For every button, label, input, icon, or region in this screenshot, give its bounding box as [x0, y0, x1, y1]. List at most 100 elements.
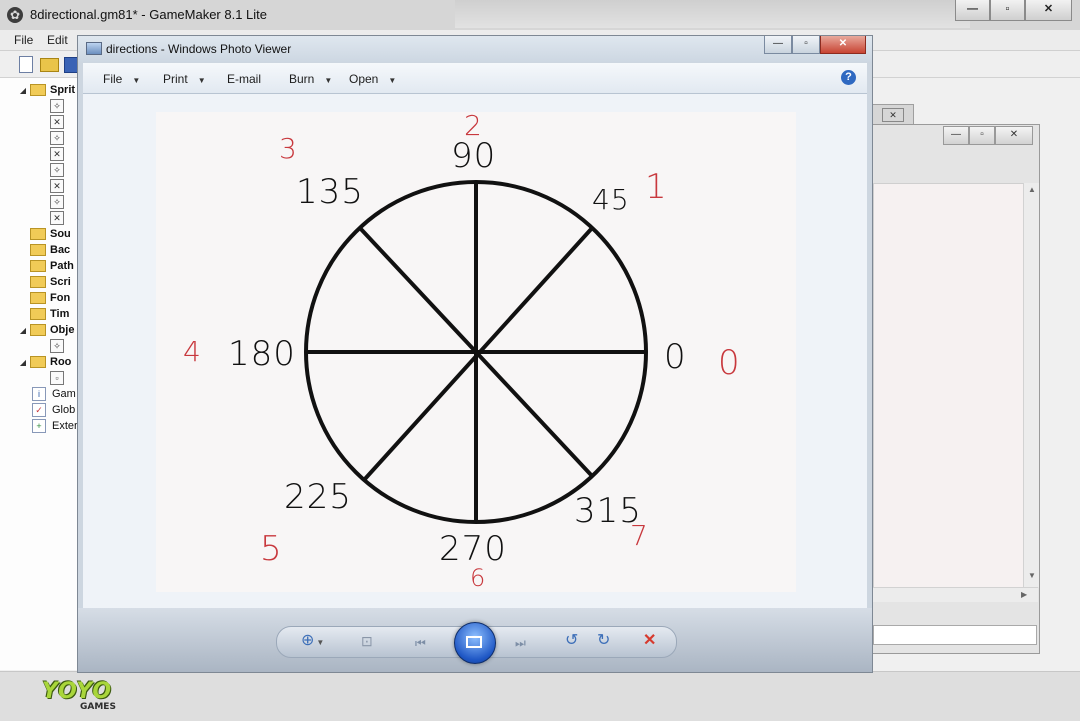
- angle-label-90: 90: [451, 136, 497, 176]
- dialog-window-controls: — ▫ ✕: [943, 126, 1033, 145]
- background-tab[interactable]: ✕: [872, 104, 914, 126]
- sprite-item[interactable]: ✧: [50, 131, 66, 145]
- sprite-icon: ✧: [50, 99, 64, 113]
- tree-group-label: Bac: [50, 244, 71, 256]
- sprite-icon: ✕: [50, 211, 64, 225]
- displayed-image: 90 45 0 315 270 225 180 135 2 1 0 7 6 5 …: [156, 112, 796, 592]
- collapse-icon[interactable]: ◢: [18, 326, 28, 335]
- room-item[interactable]: ▫: [50, 371, 66, 385]
- sprite-item[interactable]: ✧: [50, 99, 66, 113]
- delete-icon[interactable]: ✕: [643, 633, 656, 649]
- gamemaker-app-icon: ✿: [7, 7, 23, 23]
- open-folder-icon[interactable]: [40, 58, 59, 72]
- rotate-counterclockwise-icon[interactable]: ↺: [565, 633, 578, 649]
- menu-print[interactable]: Print ▼: [163, 72, 206, 86]
- plus-icon: +: [32, 419, 46, 433]
- minimize-button[interactable]: —: [955, 0, 990, 21]
- new-file-icon[interactable]: [19, 56, 33, 73]
- minimize-button[interactable]: —: [764, 36, 792, 54]
- next-icon[interactable]: ⏭: [515, 635, 526, 651]
- sprite-icon: ✕: [50, 115, 64, 129]
- tree-group-fonts[interactable]: Fon: [18, 290, 70, 306]
- scroll-right-icon[interactable]: ▶: [1021, 590, 1027, 599]
- photo-viewer-icon: [86, 42, 102, 55]
- tree-group-sounds[interactable]: Sou: [18, 226, 71, 242]
- maximize-button[interactable]: ▫: [969, 126, 995, 145]
- tree-group-label: Sprit: [50, 84, 76, 96]
- close-button[interactable]: ✕: [995, 126, 1033, 145]
- collapse-icon[interactable]: ◢: [18, 358, 28, 367]
- folder-icon: [30, 244, 46, 256]
- tree-group-timelines[interactable]: Tim: [18, 306, 69, 322]
- menu-open[interactable]: Open ▼: [349, 72, 396, 86]
- menu-file[interactable]: File ▼: [103, 72, 140, 86]
- sprite-item[interactable]: ✕: [50, 147, 66, 161]
- folder-icon: [30, 84, 46, 96]
- close-button[interactable]: ✕: [1025, 0, 1072, 21]
- sprite-item[interactable]: ✧: [50, 163, 66, 177]
- tree-item-label: Gam: [52, 388, 76, 400]
- photo-viewer-title: directions - Windows Photo Viewer: [106, 42, 292, 56]
- tree-item-extension-packages[interactable]: + Exter: [32, 418, 78, 434]
- menu-label: E-mail: [227, 72, 262, 86]
- tree-item-global-settings[interactable]: ✓ Glob: [32, 402, 75, 418]
- slideshow-button[interactable]: [454, 622, 496, 664]
- zoom-icon[interactable]: ⊕ ▼: [301, 633, 324, 651]
- tree-group-label: Path: [50, 260, 74, 272]
- previous-icon[interactable]: ⏮: [415, 635, 426, 651]
- menu-file[interactable]: File: [14, 33, 33, 47]
- scroll-up-icon[interactable]: ▲: [1028, 185, 1036, 194]
- folder-icon: [30, 228, 46, 240]
- folder-icon: [30, 356, 46, 368]
- angle-label-0: 0: [664, 337, 687, 377]
- menu-burn[interactable]: Burn ▼: [289, 72, 332, 86]
- sprite-item[interactable]: ✧: [50, 195, 66, 209]
- dropdown-arrow-icon: ▼: [388, 76, 397, 85]
- dialog-field[interactable]: [873, 625, 1037, 645]
- minimize-button[interactable]: —: [943, 126, 969, 145]
- object-item[interactable]: ✧: [50, 339, 66, 353]
- direction-number-6: 6: [470, 564, 486, 592]
- tree-group-rooms[interactable]: ◢ Roo: [18, 354, 71, 370]
- checkmark-icon: ✓: [32, 403, 46, 417]
- info-icon: i: [32, 387, 46, 401]
- photo-viewer-window: directions - Windows Photo Viewer — ▫ ✕ …: [77, 35, 873, 673]
- tree-group-backgrounds[interactable]: Bac: [18, 242, 70, 258]
- help-icon[interactable]: ?: [841, 70, 856, 85]
- actual-size-icon[interactable]: ⊡: [361, 633, 373, 649]
- maximize-button[interactable]: ▫: [990, 0, 1025, 21]
- save-icon[interactable]: [64, 57, 78, 73]
- maximize-button[interactable]: ▫: [792, 36, 820, 54]
- object-icon: ✧: [50, 339, 64, 353]
- yoyo-games-logo: YOYO GAMES: [42, 681, 132, 712]
- horizontal-scrollbar[interactable]: ▶: [873, 587, 1038, 602]
- rotate-clockwise-icon[interactable]: ↻: [597, 633, 610, 649]
- sprite-icon: ✕: [50, 179, 64, 193]
- angle-label-45: 45: [592, 183, 630, 216]
- sprite-item[interactable]: ✕: [50, 115, 66, 129]
- folder-icon: [30, 260, 46, 272]
- close-icon[interactable]: ✕: [882, 108, 904, 122]
- close-button[interactable]: ✕: [820, 36, 866, 54]
- tree-group-objects[interactable]: ◢ Obje: [18, 322, 74, 338]
- tree-group-label: Sou: [50, 228, 71, 240]
- direction-number-1: 1: [645, 167, 667, 207]
- tree-group-sprites[interactable]: ◢ Sprit: [18, 82, 75, 98]
- logo-sub: GAMES: [80, 702, 116, 712]
- gamemaker-titlebar: ✿ 8directional.gm81* - GameMaker 8.1 Lit…: [0, 0, 1080, 31]
- menu-label: Burn: [289, 72, 315, 86]
- collapse-icon[interactable]: ◢: [18, 86, 28, 95]
- menu-email[interactable]: E-mail: [227, 72, 261, 86]
- vertical-scrollbar[interactable]: ▲ ▼: [1023, 183, 1039, 587]
- tree-group-scripts[interactable]: Scri: [18, 274, 71, 290]
- folder-icon: [30, 276, 46, 288]
- scroll-down-icon[interactable]: ▼: [1028, 571, 1036, 580]
- sprite-item[interactable]: ✕: [50, 211, 66, 225]
- gamemaker-window-controls: — ▫ ✕: [955, 0, 1072, 22]
- tree-item-game-information[interactable]: i Gam: [32, 386, 76, 402]
- tree-group-paths[interactable]: Path: [18, 258, 74, 274]
- direction-number-7: 7: [630, 519, 648, 552]
- folder-icon: [30, 308, 46, 320]
- menu-edit[interactable]: Edit: [47, 33, 68, 47]
- sprite-item[interactable]: ✕: [50, 179, 66, 193]
